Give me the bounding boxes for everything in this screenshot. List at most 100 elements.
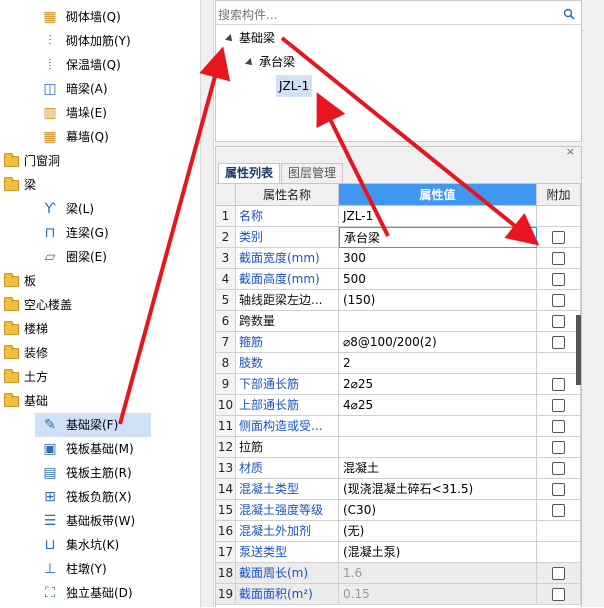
property-name: 下部通长筋 xyxy=(236,374,339,395)
row-number: 10 xyxy=(216,395,236,416)
attach-checkbox[interactable] xyxy=(552,378,565,391)
tree-item[interactable]: ⦙ 保温墙(Q) xyxy=(0,53,200,77)
tree-item-label: 连梁(G) xyxy=(66,226,109,240)
property-value[interactable]: (现浇混凝土碎石<31.5) xyxy=(339,479,537,500)
tree-item[interactable]: ⛶ 独立基础(D) xyxy=(0,581,200,605)
tree-item[interactable]: ▤ 筏板主筋(R) xyxy=(0,461,200,485)
collapse-triangle-icon[interactable] xyxy=(225,34,235,44)
tab-property-list[interactable]: 属性列表 xyxy=(218,163,281,183)
tree-item[interactable]: 楼梯 xyxy=(0,317,200,341)
property-value[interactable]: 500 xyxy=(339,269,537,290)
property-name: 肢数 xyxy=(236,353,339,374)
tree-item[interactable]: ▱ 圈梁(E) xyxy=(0,245,200,269)
tree-item[interactable]: ☰ 基础板带(W) xyxy=(0,509,200,533)
coupling-beam-icon: ⊓ xyxy=(44,225,56,241)
tree-item[interactable]: ⊔ 集水坑(K) xyxy=(0,533,200,557)
attach-checkbox[interactable] xyxy=(552,420,565,433)
vertical-splitter[interactable] xyxy=(200,0,214,607)
tree-item-label: 筏板基础(M) xyxy=(66,442,134,456)
property-value[interactable]: JZL-1 xyxy=(339,206,537,227)
search-icon[interactable] xyxy=(563,8,575,20)
close-icon[interactable]: × xyxy=(566,145,575,158)
tree-item[interactable]: 梁 xyxy=(0,173,200,197)
tree-item[interactable]: 空心楼盖 xyxy=(0,293,200,317)
raft-negative-rebar-icon: ⊞ xyxy=(44,489,56,505)
property-value[interactable]: 1.6 xyxy=(339,563,537,584)
property-value[interactable]: 承台梁 xyxy=(339,227,537,248)
attach-cell xyxy=(537,248,581,269)
tree-item[interactable]: ⊞ 筏板负筋(X) xyxy=(0,485,200,509)
property-value[interactable]: (无) xyxy=(339,521,537,542)
attach-checkbox[interactable] xyxy=(552,399,565,412)
attach-checkbox[interactable] xyxy=(552,462,565,475)
attach-checkbox[interactable] xyxy=(552,504,565,517)
property-name: 泵送类型 xyxy=(236,542,339,563)
attach-checkbox[interactable] xyxy=(552,483,565,496)
tree-item[interactable]: ⊓ 连梁(G) xyxy=(0,221,200,245)
tree-item[interactable]: 装修 xyxy=(0,341,200,365)
tree-item[interactable]: ▦ 幕墙(Q) xyxy=(0,125,200,149)
property-value[interactable] xyxy=(339,311,537,332)
tree-item[interactable]: 门窗洞 xyxy=(0,149,200,173)
attach-checkbox[interactable] xyxy=(552,588,565,601)
property-value[interactable]: ⌀8@100/200(2) xyxy=(339,332,537,353)
attach-checkbox[interactable] xyxy=(552,231,565,244)
attach-cell xyxy=(537,542,581,563)
property-value[interactable]: 0.15 xyxy=(339,584,537,605)
attach-cell xyxy=(537,563,581,584)
folder-icon xyxy=(4,153,19,167)
attach-cell xyxy=(537,290,581,311)
property-value[interactable]: (150) xyxy=(339,290,537,311)
tree-item-label: 楼梯 xyxy=(24,322,49,336)
attach-checkbox[interactable] xyxy=(552,252,565,265)
row-number: 14 xyxy=(216,479,236,500)
tree-item[interactable]: 基础 xyxy=(0,389,200,413)
property-value[interactable]: 2⌀25 xyxy=(339,374,537,395)
tree-item[interactable]: ◫ 暗梁(A) xyxy=(0,77,200,101)
property-value[interactable] xyxy=(339,437,537,458)
tree-item-label: 空心楼盖 xyxy=(24,298,73,312)
property-value[interactable]: (C30) xyxy=(339,500,537,521)
row-number: 12 xyxy=(216,437,236,458)
property-value[interactable]: 2 xyxy=(339,353,537,374)
attach-checkbox[interactable] xyxy=(552,567,565,580)
attach-checkbox[interactable] xyxy=(552,441,565,454)
attach-checkbox[interactable] xyxy=(552,294,565,307)
tree-item[interactable]: Ƴ 梁(L) xyxy=(0,197,200,221)
attach-cell xyxy=(537,437,581,458)
attach-checkbox[interactable] xyxy=(552,315,565,328)
tree-item[interactable]: 土方 xyxy=(0,365,200,389)
collapse-triangle-icon[interactable] xyxy=(245,58,255,68)
tree-item[interactable]: ▣ 筏板基础(M) xyxy=(0,437,200,461)
tree-item[interactable]: ▥ 墙垛(E) xyxy=(0,101,200,125)
tree-item-label: 梁(L) xyxy=(66,202,95,216)
property-value[interactable] xyxy=(339,416,537,437)
property-value[interactable]: 混凝土 xyxy=(339,458,537,479)
tree-item[interactable]: 板 xyxy=(0,269,200,293)
search-input[interactable] xyxy=(218,5,558,24)
header-property-name: 属性名称 xyxy=(236,184,339,206)
tree-item[interactable]: ⊥ 柱墩(Y) xyxy=(0,557,200,581)
header-property-value: 属性值 xyxy=(339,184,537,206)
property-value[interactable]: (混凝土泵) xyxy=(339,542,537,563)
property-value[interactable]: 300 xyxy=(339,248,537,269)
tree-item[interactable]: ⫶ 砌体加筋(Y) xyxy=(0,29,200,53)
panel-title-bar: × xyxy=(216,145,581,161)
tree-node-root-label: 基础梁 xyxy=(239,31,276,45)
attach-cell xyxy=(537,458,581,479)
row-number: 6 xyxy=(216,311,236,332)
tree-item-label: 基础板带(W) xyxy=(66,514,136,528)
property-value[interactable]: 4⌀25 xyxy=(339,395,537,416)
tree-node-leaf[interactable]: JZL-1 xyxy=(276,75,312,97)
raft-main-rebar-icon: ▤ xyxy=(43,465,57,481)
attach-checkbox[interactable] xyxy=(552,273,565,286)
attach-checkbox[interactable] xyxy=(552,336,565,349)
tree-item[interactable]: ▦ 砌体墙(Q) xyxy=(0,5,200,29)
row-number: 1 xyxy=(216,206,236,227)
property-name: 上部通长筋 xyxy=(236,395,339,416)
scrollbar-thumb[interactable] xyxy=(576,315,581,385)
row-number: 3 xyxy=(216,248,236,269)
tab-layer-management[interactable]: 图层管理 xyxy=(281,163,344,183)
tree-item[interactable]: ✎ 基础梁(F) xyxy=(35,413,151,437)
insulation-wall-icon: ⦙ xyxy=(48,57,52,73)
